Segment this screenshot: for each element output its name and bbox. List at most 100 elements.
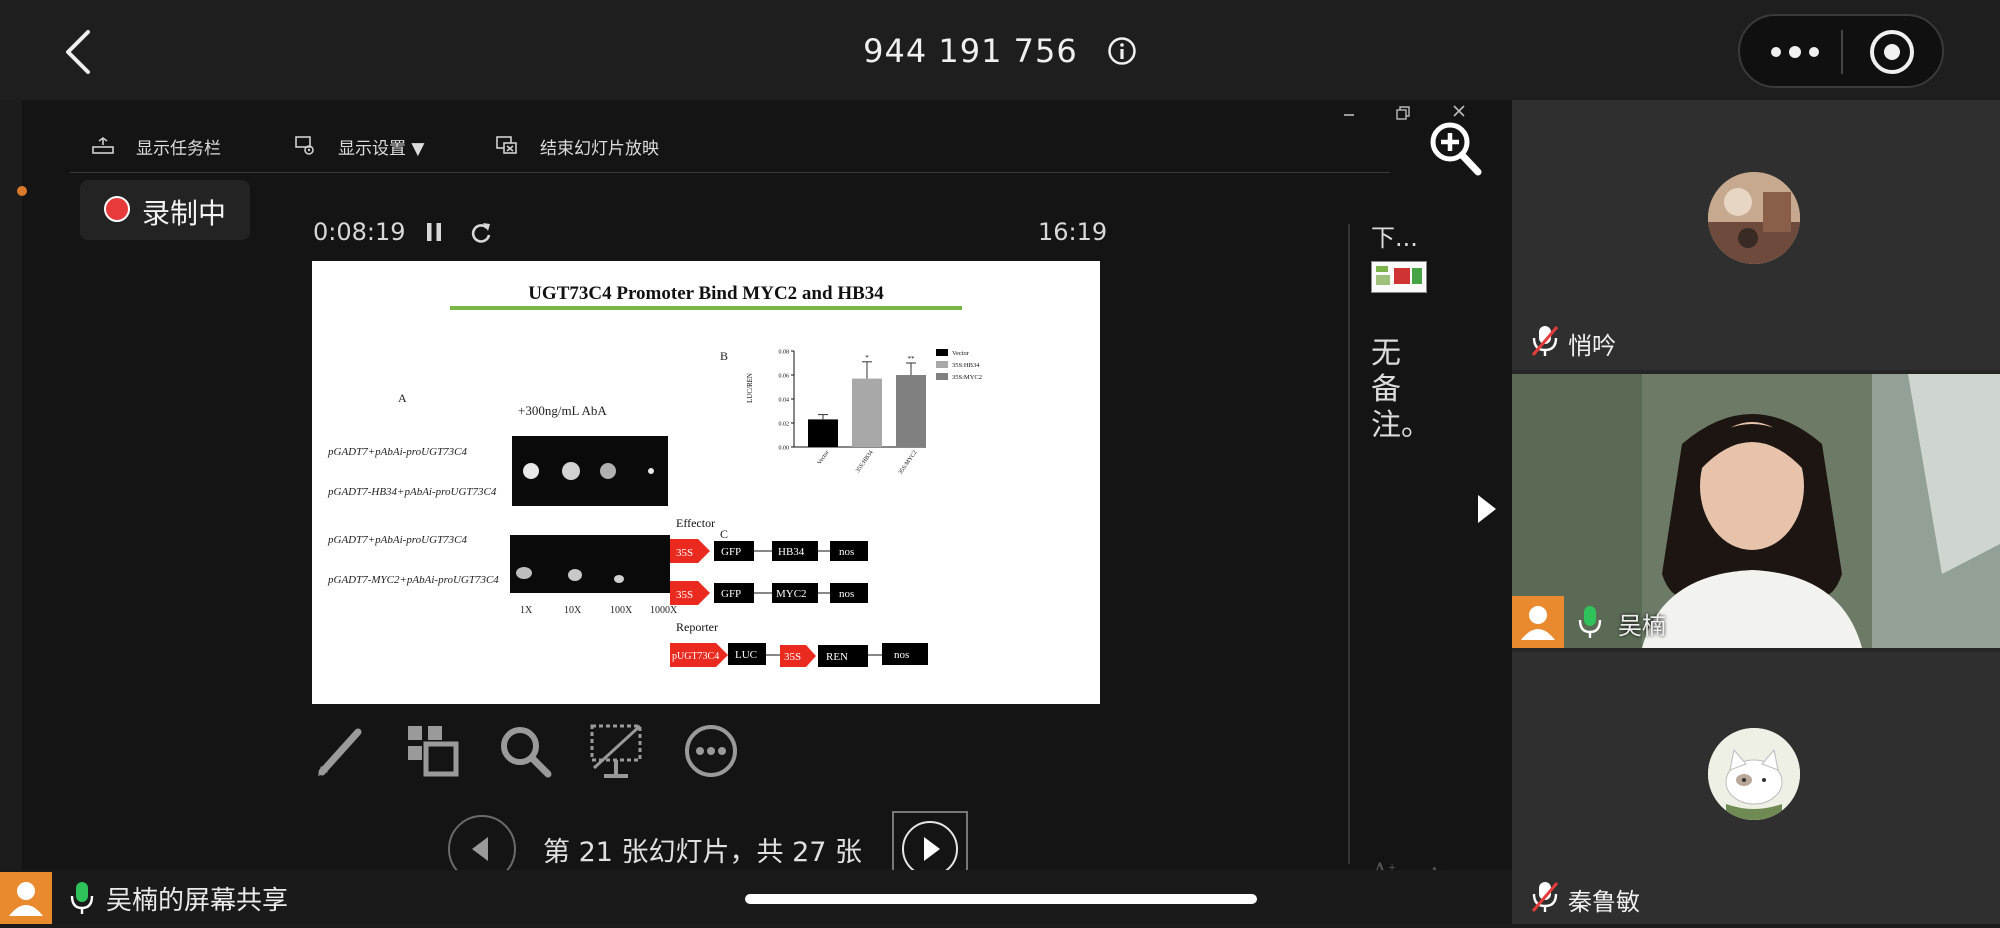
y-ticks: 0.00 0.02 0.04 0.06 0.08 xyxy=(779,350,794,452)
end-slideshow-button[interactable]: 结束幻灯片放映 xyxy=(496,120,659,172)
significance-label: * xyxy=(865,354,869,362)
y-tick-label: 0.08 xyxy=(779,350,790,356)
construct-reporter: pUGT73C4 LUC 35S REN nos xyxy=(670,643,928,667)
construct-hb34: 35S GFP HB34 nos xyxy=(670,539,868,563)
colony-spot xyxy=(516,567,532,579)
close-miniprogram-icon[interactable] xyxy=(1866,26,1918,78)
title-underline xyxy=(450,306,962,310)
legend-swatch xyxy=(936,361,948,368)
avatar xyxy=(0,872,52,924)
recording-label: 录制中 xyxy=(142,197,227,230)
legend-swatch xyxy=(936,349,948,356)
zoom-in-icon[interactable] xyxy=(1428,118,1484,180)
nos-label: nos xyxy=(839,588,854,600)
more-options-icon[interactable] xyxy=(682,722,740,780)
meeting-id-header: 944 191 756 xyxy=(0,30,2000,70)
legend-entry: 35S:MYC2 xyxy=(952,374,982,381)
next-slide-divider xyxy=(1348,224,1350,864)
x-tick-labels: Vector 35S:HB34 35S:MYC2 xyxy=(817,450,919,476)
pause-icon[interactable] xyxy=(426,222,442,242)
construct-diagram: Effector 35S GFP HB34 nos 35S GFP MYC2 n… xyxy=(670,516,928,667)
expand-panel-icon[interactable] xyxy=(1474,492,1498,526)
participant-name: 悄吟 xyxy=(1568,332,1616,360)
x-tick-label: Vector xyxy=(817,450,831,466)
avatar-photo xyxy=(1708,172,1800,264)
row-label-3: pGADT7+pAbAi-proUGT73C4 xyxy=(328,534,468,546)
clock: 16:19 xyxy=(1038,218,1108,246)
participant-tile[interactable]: 悄吟 xyxy=(1512,100,2000,370)
microphone-icon[interactable] xyxy=(70,880,94,916)
nos-label: nos xyxy=(894,649,909,661)
colony-spot xyxy=(562,462,580,480)
colony-spot xyxy=(523,463,539,479)
current-slide: UGT73C4 Promoter Bind MYC2 and HB34 A +3… xyxy=(312,261,1100,704)
panel-b-label: B xyxy=(720,349,729,363)
pen-icon[interactable] xyxy=(312,722,370,780)
panel-a-label: A xyxy=(398,391,407,405)
colony-spot xyxy=(648,468,654,474)
microphone-icon xyxy=(1578,606,1602,638)
default-avatar-icon xyxy=(1521,606,1555,640)
close-icon[interactable] xyxy=(1452,104,1466,118)
avatar xyxy=(1708,172,1800,264)
end-slideshow-icon xyxy=(496,136,517,154)
next-slide-button[interactable] xyxy=(902,821,958,877)
bar xyxy=(808,419,838,447)
toolbar-divider xyxy=(70,172,1390,173)
avatar xyxy=(1512,596,1564,648)
x-tick-label: 35S:MYC2 xyxy=(898,450,919,476)
promoter-35s-label: 35S xyxy=(676,547,693,559)
promoter-35s-label: 35S xyxy=(784,651,801,663)
slide-title: UGT73C4 Promoter Bind MYC2 and HB34 xyxy=(528,283,884,304)
nos-label: nos xyxy=(839,546,854,558)
more-icon[interactable] xyxy=(1760,30,1830,74)
speaker-notes: 无备注。 xyxy=(1371,336,1431,443)
meeting-id: 944 191 756 xyxy=(863,32,1078,70)
bar xyxy=(896,375,926,447)
thumbnail-preview xyxy=(1376,266,1422,285)
dilution-100x: 100X xyxy=(610,605,633,616)
dilution-1x: 1X xyxy=(520,605,533,616)
luc-label: LUC xyxy=(735,649,757,661)
dilution-10x: 10X xyxy=(564,605,582,616)
info-icon[interactable] xyxy=(1107,36,1137,66)
yeast-spot-panel-myc2 xyxy=(510,535,670,593)
bar xyxy=(852,378,882,447)
home-indicator[interactable] xyxy=(745,894,1257,904)
colony-spot xyxy=(614,575,624,583)
participant-tile-active[interactable]: 吴楠 xyxy=(1512,374,2000,648)
mic-muted-icon xyxy=(1531,882,1559,912)
construct-myc2: 35S GFP MYC2 nos xyxy=(670,581,868,605)
legend: Vector 35S:HB34 35S:MYC2 xyxy=(936,349,982,381)
next-slide-thumbnail[interactable] xyxy=(1371,261,1427,293)
reporter-label: Reporter xyxy=(676,620,718,634)
record-icon xyxy=(104,196,130,222)
magnifier-icon[interactable] xyxy=(496,722,554,780)
promoter-pugt73c4-label: pUGT73C4 xyxy=(672,651,719,662)
reset-timer-icon[interactable] xyxy=(470,220,492,244)
slide-counter: 第 21 张幻灯片，共 27 张 xyxy=(543,837,863,868)
display-settings-label: 显示设置 ▼ xyxy=(338,138,425,159)
next-slide-label: 下... xyxy=(1371,224,1418,252)
significance-label: ** xyxy=(908,355,916,363)
participant-tile[interactable]: 秦鲁敏 xyxy=(1512,652,2000,924)
play-right-icon xyxy=(924,837,940,861)
bars: * ** xyxy=(808,354,926,447)
gfp-label: GFP xyxy=(721,546,741,558)
presenter-toolbar: 显示任务栏 显示设置 ▼ 结束幻灯片放映 xyxy=(22,120,1412,172)
default-avatar-icon xyxy=(9,882,43,916)
minimize-icon[interactable] xyxy=(1342,104,1356,118)
effector-label: Effector xyxy=(676,516,715,530)
display-settings-button[interactable]: 显示设置 ▼ xyxy=(294,120,424,172)
show-taskbar-button[interactable]: 显示任务栏 xyxy=(92,120,221,172)
legend-entry: 35S:HB34 xyxy=(952,362,980,369)
participant-name: 秦鲁敏 xyxy=(1568,888,1640,916)
all-slides-icon[interactable] xyxy=(404,722,462,780)
show-taskbar-label: 显示任务栏 xyxy=(136,138,221,159)
cat-avatar-icon xyxy=(1708,728,1800,820)
myc2-label: MYC2 xyxy=(776,588,807,600)
restore-icon[interactable] xyxy=(1396,106,1410,120)
y-tick-label: 0.04 xyxy=(779,398,790,404)
screen-share-label: 吴楠的屏幕共享 xyxy=(106,886,289,916)
black-screen-icon[interactable] xyxy=(588,722,646,780)
